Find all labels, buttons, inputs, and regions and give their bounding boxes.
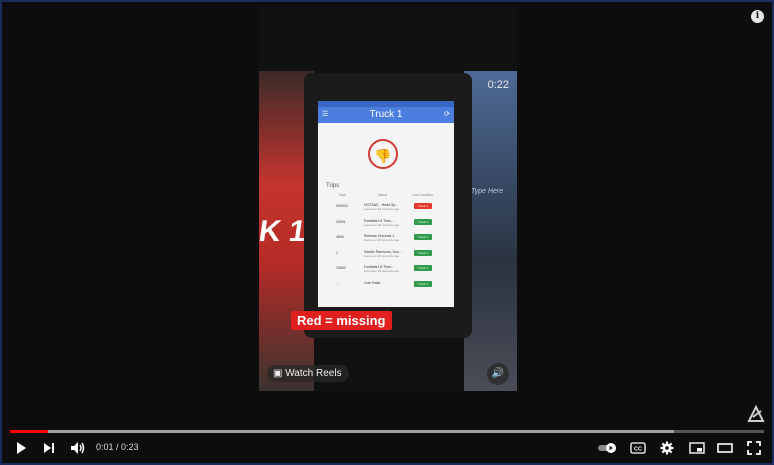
reel-volume-button[interactable]: 🔊	[487, 363, 509, 385]
status-badge: Truck 1	[414, 280, 432, 287]
column-header: Trip#	[338, 193, 346, 197]
watch-reels-button[interactable]: ▣ Watch Reels	[267, 365, 349, 382]
trip-id: 20893	[336, 266, 346, 270]
refresh-icon: ⟳	[444, 111, 450, 118]
trip-id: 1	[336, 250, 338, 255]
next-button[interactable]	[38, 436, 60, 460]
time-display: 0:01 / 0:23	[96, 442, 139, 452]
column-header: Last Location	[412, 193, 433, 197]
reels-icon: ▣	[273, 368, 283, 379]
status-badge: Truck 1	[414, 203, 432, 209]
autoplay-toggle[interactable]	[596, 436, 620, 460]
info-icon[interactable]: i	[751, 10, 764, 23]
theater-mode-button[interactable]	[714, 436, 736, 460]
mute-button[interactable]	[66, 436, 90, 460]
trip-subtext: Last seen 20 seconds ago	[364, 238, 400, 242]
background-text-left: K 1	[259, 215, 309, 248]
app-header: ☰ Truck 1 ⟳	[318, 107, 454, 123]
captions-icon: CC	[630, 442, 646, 454]
status-badge: Truck 1	[414, 234, 432, 240]
progress-played	[10, 430, 48, 433]
duration: 0:23	[121, 442, 139, 452]
trips-label: Trips	[326, 183, 340, 189]
channel-watermark-logo[interactable]	[746, 404, 766, 424]
play-icon	[17, 442, 26, 454]
time-separator: /	[113, 442, 122, 452]
trip-row: 4896 Release Grounds 1 Last seen 20 second…	[318, 232, 454, 246]
fullscreen-button[interactable]	[742, 436, 766, 460]
status-badge: Truck 1	[414, 249, 432, 256]
trip-subtext: Last seen 20 seconds ago	[364, 269, 400, 273]
status-badge: Truck 1	[414, 265, 432, 271]
app-title: Truck 1	[369, 109, 403, 120]
menu-icon: ☰	[322, 111, 329, 118]
reel-time-overlay: 0:22	[487, 79, 509, 91]
trip-row: 909303 HOTSAC - Head Sp... Last seen 16 se…	[318, 201, 454, 215]
status-badge: Truck 1	[414, 218, 432, 225]
column-header: Name	[378, 193, 388, 197]
video-frame[interactable]: K 1 Type Here 0:22 ☰ Truck 1 ⟳ 👎 Trips T…	[259, 5, 517, 391]
trip-row: 1 Saddle Ramsons, Dun... Last seen 20 seco…	[318, 248, 454, 262]
gear-icon	[660, 441, 674, 455]
player-controls: 0:01 / 0:23 CC	[0, 436, 774, 460]
fullscreen-icon	[747, 441, 761, 455]
background-text-right: Type Here	[471, 188, 504, 195]
progress-loaded	[10, 430, 674, 433]
trip-id: 20591	[336, 219, 346, 224]
trip-name: Coin Ratio	[364, 280, 381, 285]
progress-bar[interactable]	[10, 430, 764, 433]
captions-button[interactable]: CC	[628, 436, 648, 460]
thumbs-down-icon: 👎	[368, 139, 398, 169]
trip-id: 4896	[336, 235, 344, 239]
volume-icon: 🔊	[491, 368, 505, 379]
trip-id: ...	[336, 281, 339, 286]
miniplayer-button[interactable]	[686, 436, 708, 460]
tablet-device: ☰ Truck 1 ⟳ 👎 Trips Trip# Name Last Loca…	[304, 73, 472, 338]
trip-row: ... Coin Ratio Truck 1	[318, 279, 454, 293]
trip-row: 20893 Fontlabs Lft Then... Last seen 20 se…	[318, 263, 454, 277]
miniplayer-icon	[689, 442, 705, 454]
skip-next-icon	[44, 443, 54, 453]
video-caption: Red = missing	[291, 311, 392, 330]
trip-subtext: Last seen 20 seconds ago	[364, 222, 400, 227]
trip-subtext: Last seen 16 seconds ago	[364, 207, 400, 211]
volume-icon	[71, 442, 85, 454]
tablet-screen: ☰ Truck 1 ⟳ 👎 Trips Trip# Name Last Loca…	[318, 101, 454, 307]
settings-button[interactable]	[656, 436, 678, 460]
video-player[interactable]: K 1 Type Here 0:22 ☰ Truck 1 ⟳ 👎 Trips T…	[0, 0, 774, 465]
trip-id: 909303	[336, 204, 348, 208]
theater-mode-icon	[717, 443, 733, 453]
trip-row: 20591 Fontlabs Lft Then... Last seen 20 se…	[318, 217, 454, 231]
trip-subtext: Last seen 20 seconds ago	[364, 253, 400, 258]
svg-text:CC: CC	[634, 447, 642, 453]
play-button[interactable]	[10, 436, 32, 460]
current-time: 0:01	[96, 442, 114, 452]
watch-reels-label: Watch Reels	[285, 368, 342, 379]
autoplay-toggle-icon	[598, 443, 616, 453]
